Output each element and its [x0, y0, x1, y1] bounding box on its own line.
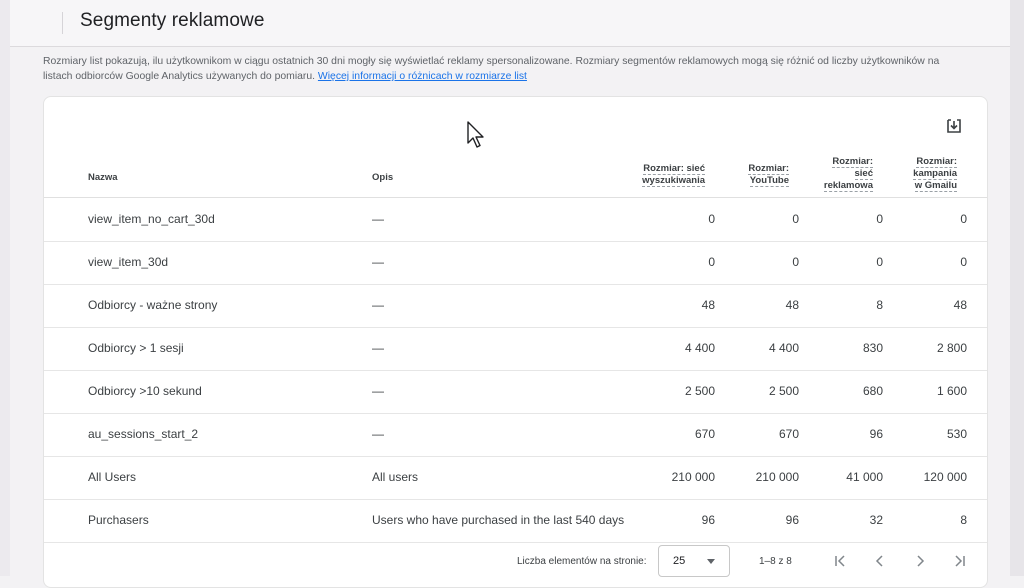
column-header-youtube-size[interactable]: Rozmiar: YouTube [748, 163, 789, 187]
display-size-value: 0 [876, 212, 883, 226]
table-row[interactable]: view_item_no_cart_30d — 0 0 0 0 [44, 198, 987, 242]
search-size-value: 2 500 [684, 384, 715, 398]
segment-name: Purchasers [88, 513, 149, 527]
pagination-range: 1–8 z 8 [759, 556, 792, 567]
first-page-icon [835, 555, 845, 567]
search-size-value: 210 000 [671, 470, 715, 484]
mouse-cursor-icon [467, 121, 484, 148]
segment-name: All Users [88, 470, 137, 484]
segment-description: — [372, 255, 384, 269]
header-line: sieć [854, 168, 873, 180]
display-size-value: 96 [869, 427, 883, 441]
table-row[interactable]: Odbiorcy > 1 sesji — 4 400 4 400 830 2 8… [44, 327, 987, 371]
table-row[interactable]: All Users All users 210 000 210 000 41 0… [44, 456, 987, 500]
column-header-search-size[interactable]: Rozmiar: sieć wyszukiwania [642, 163, 705, 187]
youtube-size-value: 0 [792, 212, 799, 226]
scrollbar[interactable] [1010, 0, 1024, 576]
display-size-value: 0 [876, 255, 883, 269]
download-button[interactable] [943, 115, 965, 137]
header-line: Rozmiar: [748, 163, 789, 175]
segment-description: Users who have purchased in the last 540… [372, 513, 625, 527]
table-row[interactable]: view_item_30d — 0 0 0 0 [44, 241, 987, 285]
page-header: Segmenty reklamowe [10, 0, 1010, 47]
gmail-size-value: 0 [960, 212, 967, 226]
segment-name: Odbiorcy >10 sekund [88, 384, 202, 398]
first-page-button[interactable] [830, 551, 850, 571]
display-size-value: 41 000 [846, 470, 883, 484]
table-row[interactable]: au_sessions_start_2 — 670 670 96 530 [44, 413, 987, 457]
youtube-size-value: 96 [785, 513, 799, 527]
display-size-value: 680 [862, 384, 883, 398]
display-size-value: 830 [862, 341, 883, 355]
segment-name: view_item_30d [88, 255, 169, 269]
youtube-size-value: 48 [785, 298, 799, 312]
search-size-value: 0 [708, 255, 715, 269]
youtube-size-value: 0 [792, 255, 799, 269]
header-line: w Gmailu [914, 180, 957, 192]
chevron-right-icon [917, 555, 925, 567]
dropdown-arrow-icon [707, 559, 715, 564]
segment-description: All users [372, 470, 419, 484]
left-edge-panel [0, 0, 10, 576]
column-header-description[interactable]: Opis [372, 172, 393, 183]
segments-table-card: Nazwa Opis Rozmiar: sieć wyszukiwania Ro… [43, 96, 988, 588]
table-row[interactable]: Purchasers Users who have purchased in t… [44, 499, 987, 543]
header-line: wyszukiwania [642, 175, 705, 187]
segment-name: au_sessions_start_2 [88, 427, 199, 441]
youtube-size-value: 210 000 [755, 470, 799, 484]
description: Rozmiary list pokazują, ilu użytkownikom… [43, 54, 943, 84]
header-line: Rozmiar: sieć [643, 163, 705, 175]
header-line: reklamowa [823, 180, 873, 192]
last-page-button[interactable] [950, 551, 970, 571]
page-title: Segmenty reklamowe [80, 10, 265, 31]
table-row[interactable]: Odbiorcy >10 sekund — 2 500 2 500 680 1 … [44, 370, 987, 414]
column-header-gmail-size[interactable]: Rozmiar: kampania w Gmailu [913, 156, 957, 192]
segment-name: Odbiorcy - ważne strony [88, 298, 218, 312]
table-header: Nazwa Opis Rozmiar: sieć wyszukiwania Ro… [44, 155, 987, 198]
segment-description: — [372, 212, 384, 226]
gmail-size-value: 1 600 [936, 384, 967, 398]
segment-description: — [372, 427, 384, 441]
column-header-display-size[interactable]: Rozmiar: sieć reklamowa [823, 156, 873, 192]
learn-more-link[interactable]: Więcej informacji o różnicach w rozmiarz… [318, 71, 527, 82]
header-divider [62, 12, 63, 34]
youtube-size-value: 4 400 [768, 341, 799, 355]
header-line: kampania [913, 168, 957, 180]
youtube-size-value: 2 500 [768, 384, 799, 398]
gmail-size-value: 0 [960, 255, 967, 269]
last-page-icon [955, 555, 965, 567]
items-per-page-label: Liczba elementów na stronie: [517, 556, 647, 567]
segment-name: view_item_no_cart_30d [88, 212, 215, 226]
table-row[interactable]: Odbiorcy - ważne strony — 48 48 8 48 [44, 284, 987, 328]
gmail-size-value: 120 000 [923, 470, 967, 484]
pagination-bar: Liczba elementów na stronie: 25 1–8 z 8 [44, 543, 987, 583]
segment-description: — [372, 298, 384, 312]
items-per-page-value: 25 [673, 555, 686, 567]
display-size-value: 8 [876, 298, 883, 312]
gmail-size-value: 8 [960, 513, 967, 527]
search-size-value: 670 [694, 427, 715, 441]
search-size-value: 48 [701, 298, 715, 312]
gmail-size-value: 530 [946, 427, 967, 441]
segment-description: — [372, 341, 384, 355]
gmail-size-value: 48 [953, 298, 967, 312]
display-size-value: 32 [869, 513, 883, 527]
download-icon [947, 119, 961, 133]
gmail-size-value: 2 800 [936, 341, 967, 355]
header-line: YouTube [749, 175, 789, 187]
header-line: Rozmiar: [916, 156, 957, 168]
chevron-left-icon [875, 555, 883, 567]
segment-name: Odbiorcy > 1 sesji [88, 341, 184, 355]
previous-page-button[interactable] [870, 551, 890, 571]
header-line: Rozmiar: [832, 156, 873, 168]
search-size-value: 96 [701, 513, 715, 527]
search-size-value: 4 400 [684, 341, 715, 355]
items-per-page-select[interactable]: 25 [658, 545, 730, 577]
segment-description: — [372, 384, 384, 398]
column-header-name[interactable]: Nazwa [88, 172, 118, 183]
youtube-size-value: 670 [778, 427, 799, 441]
next-page-button[interactable] [910, 551, 930, 571]
search-size-value: 0 [708, 212, 715, 226]
